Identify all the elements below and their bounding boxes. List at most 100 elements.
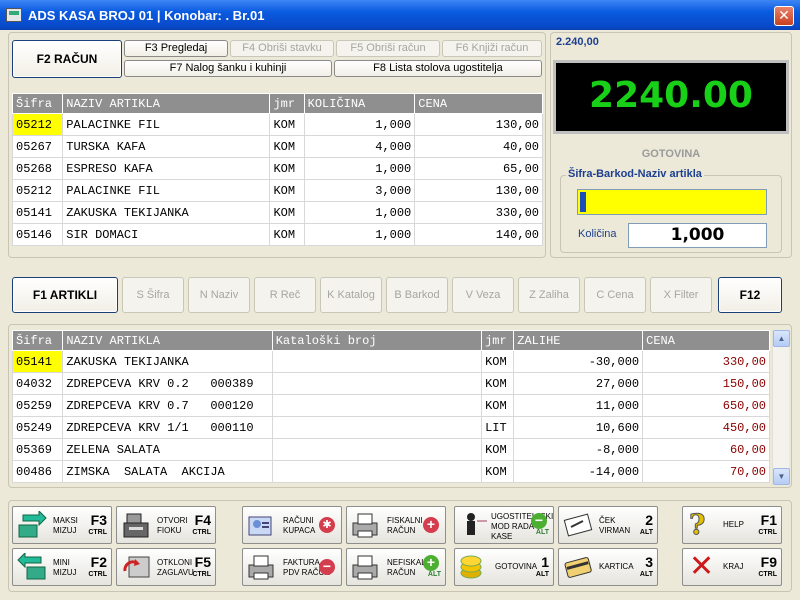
exit-icon: ✕: [689, 549, 715, 584]
otkloni-zaglavu-button[interactable]: OTKLONI ZAGLAVU F5 CTRL: [116, 548, 216, 586]
table-row[interactable]: 05268 ESPRESO KAFA KOM 1,000 65,00: [11, 157, 543, 180]
cell-naziv: ZDREPCEVA KRV 0.2 000389: [62, 372, 273, 395]
maksi-mizuj-button[interactable]: MAKSI MIZUJ F3 CTRL: [12, 506, 112, 544]
col-sifra[interactable]: Šifra: [11, 93, 64, 114]
lista-stolova-button[interactable]: F8 Lista stolova ugostitelja: [334, 60, 542, 77]
main-window: F2 RAČUN F3 Pregledaj F4 Obriši stavku F…: [4, 30, 796, 596]
filter-x-button[interactable]: X Filter: [650, 277, 712, 313]
table-row[interactable]: 05212 PALACINKE FIL KOM 3,000 130,00: [11, 179, 543, 202]
cell-cena: 70,00: [642, 460, 770, 483]
cell-naziv: ZELENA SALATA: [62, 438, 273, 461]
mini-mizuj-button[interactable]: MINI MIZUJ F2 CTRL: [12, 548, 112, 586]
tile-mod: CTRL: [758, 529, 777, 536]
help-button[interactable]: ? HELP F1 CTRL: [682, 506, 782, 544]
filter-cena-button[interactable]: C Cena: [584, 277, 646, 313]
close-button[interactable]: ✕: [774, 6, 794, 26]
scroll-up-arrow[interactable]: ▲: [773, 330, 790, 347]
filter-veza-button[interactable]: V Veza: [452, 277, 514, 313]
col-kolicina[interactable]: KOLIČINA: [303, 93, 416, 114]
col-naziv[interactable]: NAZIV ARTIKLA: [62, 93, 271, 114]
tile-mod: CTRL: [758, 571, 777, 578]
table-row[interactable]: 04032 ZDREPCEVA KRV 0.2 000389 KOM 27,000 15…: [11, 372, 770, 395]
filter-zaliha-button[interactable]: Z Zaliha: [518, 277, 580, 313]
table-row[interactable]: 05146 SIR DOMACI KOM 1,000 140,00: [11, 223, 543, 246]
table-row[interactable]: 05259 ZDREPCEVA KRV 0.7 000120 KOM 11,000 65…: [11, 394, 770, 417]
kraj-button[interactable]: ✕ KRAJ F9 CTRL: [682, 548, 782, 586]
artikli-button[interactable]: F1 ARTIKLI: [12, 277, 118, 313]
quantity-field[interactable]: 1,000: [628, 223, 767, 248]
table-row[interactable]: 05212 PALACINKE FIL KOM 1,000 130,00: [11, 113, 543, 136]
articles-header-row: Šifra NAZIV ARTIKLA Kataloški broj jmr Z…: [11, 330, 770, 351]
cell-naziv: SIR DOMACI: [62, 223, 271, 246]
cell-sifra: 00486: [11, 460, 64, 483]
cell-cena: 130,00: [414, 113, 543, 136]
ugostiteljski-mod-button[interactable]: UGOSTITELJSKI MOD RADA KASE − ALT: [454, 506, 554, 544]
col-cena[interactable]: CENA: [642, 330, 770, 351]
tile-mod: CTRL: [192, 571, 211, 578]
obrisi-stavku-button[interactable]: F4 Obriši stavku: [230, 40, 334, 57]
total-display: 2240.00: [553, 60, 789, 134]
cell-jmr: LIT: [481, 416, 515, 439]
cell-cena: 650,00: [642, 394, 770, 417]
tile-key: F3: [90, 512, 107, 528]
nefiskalni-racun-button[interactable]: NEFISKALNI RAČUN + ALT: [346, 548, 446, 586]
articles-table: Šifra NAZIV ARTIKLA Kataloški broj jmr Z…: [11, 330, 770, 483]
fiskalni-racun-button[interactable]: FISKALNI RAČUN +: [346, 506, 446, 544]
cell-cena: 140,00: [414, 223, 543, 246]
gotovina-button[interactable]: GOTOVINA 1 ALT: [454, 548, 554, 586]
search-input[interactable]: [577, 189, 767, 215]
kartica-button[interactable]: KARTICA 3 ALT: [558, 548, 658, 586]
table-row[interactable]: 05249 ZDREPCEVA KRV 1/1 000110 LIT 10,600 45…: [11, 416, 770, 439]
cell-jmr: KOM: [269, 223, 305, 246]
table-row[interactable]: 05141 ZAKUSKA TEKIJANKA KOM -30,000 330,00: [11, 350, 770, 373]
filter-rec-button[interactable]: R Reč: [254, 277, 316, 313]
col-sifra[interactable]: Šifra: [11, 330, 64, 351]
cell-zalihe: -30,000: [513, 350, 644, 373]
table-row[interactable]: 05267 TURSKA KAFA KOM 4,000 40,00: [11, 135, 543, 158]
racuni-kupaca-button[interactable]: RAČUNI KUPACA ✱: [242, 506, 342, 544]
faktura-pdv-button[interactable]: FAKTURA PDV RAČUN −: [242, 548, 342, 586]
filter-katalog-button[interactable]: K Katalog: [320, 277, 382, 313]
filter-naziv-button[interactable]: N Naziv: [188, 277, 250, 313]
col-jmr[interactable]: jmr: [481, 330, 515, 351]
cell-katalog: [271, 372, 483, 395]
cell-katalog: [271, 416, 483, 439]
cell-jmr: KOM: [269, 179, 305, 202]
arrows-icon: [17, 553, 46, 580]
table-row[interactable]: 05369 ZELENA SALATA KOM -8,000 60,00: [11, 438, 770, 461]
nalog-sanku-button[interactable]: F7 Nalog šanku i kuhinji: [124, 60, 332, 77]
racun-button[interactable]: F2 RAČUN: [12, 40, 122, 78]
scroll-down-arrow[interactable]: ▼: [773, 468, 790, 485]
otvori-fioku-button[interactable]: OTVORI FIOKU F4 CTRL: [116, 506, 216, 544]
table-row[interactable]: 05141 ZAKUSKA TEKIJANKA KOM 1,000 330,00: [11, 201, 543, 224]
pregledaj-button[interactable]: F3 Pregledaj: [124, 40, 228, 57]
small-total: 2.240,00: [556, 36, 599, 48]
tile-label: KARTICA: [599, 562, 634, 571]
cell-cena: 330,00: [414, 201, 543, 224]
cell-kolicina: 1,000: [303, 201, 416, 224]
quantity-label: Količina: [578, 228, 617, 240]
col-naziv[interactable]: NAZIV ARTIKLA: [62, 330, 273, 351]
col-jmr[interactable]: jmr: [269, 93, 305, 114]
col-zalihe[interactable]: ZALIHE: [513, 330, 644, 351]
tile-label: OTVORI FIOKU: [157, 516, 188, 535]
cell-naziv: ESPRESO KAFA: [62, 157, 271, 180]
col-cena[interactable]: CENA: [414, 93, 543, 114]
cell-cena: 330,00: [642, 350, 770, 373]
printer-icon: [352, 513, 378, 538]
knjizi-racun-button[interactable]: F6 Knjiži račun: [442, 40, 542, 57]
col-katalog[interactable]: Kataloški broj: [271, 330, 483, 351]
tile-label: KRAJ: [723, 562, 744, 571]
cell-kolicina: 1,000: [303, 113, 416, 136]
cell-cena: 40,00: [414, 135, 543, 158]
tile-key: F9: [760, 554, 777, 570]
cek-virman-button[interactable]: ČEK VIRMAN 2 ALT: [558, 506, 658, 544]
filter-barkod-button[interactable]: B Barkod: [386, 277, 448, 313]
cell-katalog: [271, 460, 483, 483]
filter-sifra-button[interactable]: S Šifra: [122, 277, 184, 313]
articles-scrollbar[interactable]: ▲ ▼: [772, 330, 790, 485]
obrisi-racun-button[interactable]: F5 Obriši račun: [336, 40, 440, 57]
f12-button[interactable]: F12: [718, 277, 782, 313]
table-row[interactable]: 00486 ZIMSKA SALATA AKCIJA KOM -14,000 70,00: [11, 460, 770, 483]
tile-mod: CTRL: [192, 529, 211, 536]
